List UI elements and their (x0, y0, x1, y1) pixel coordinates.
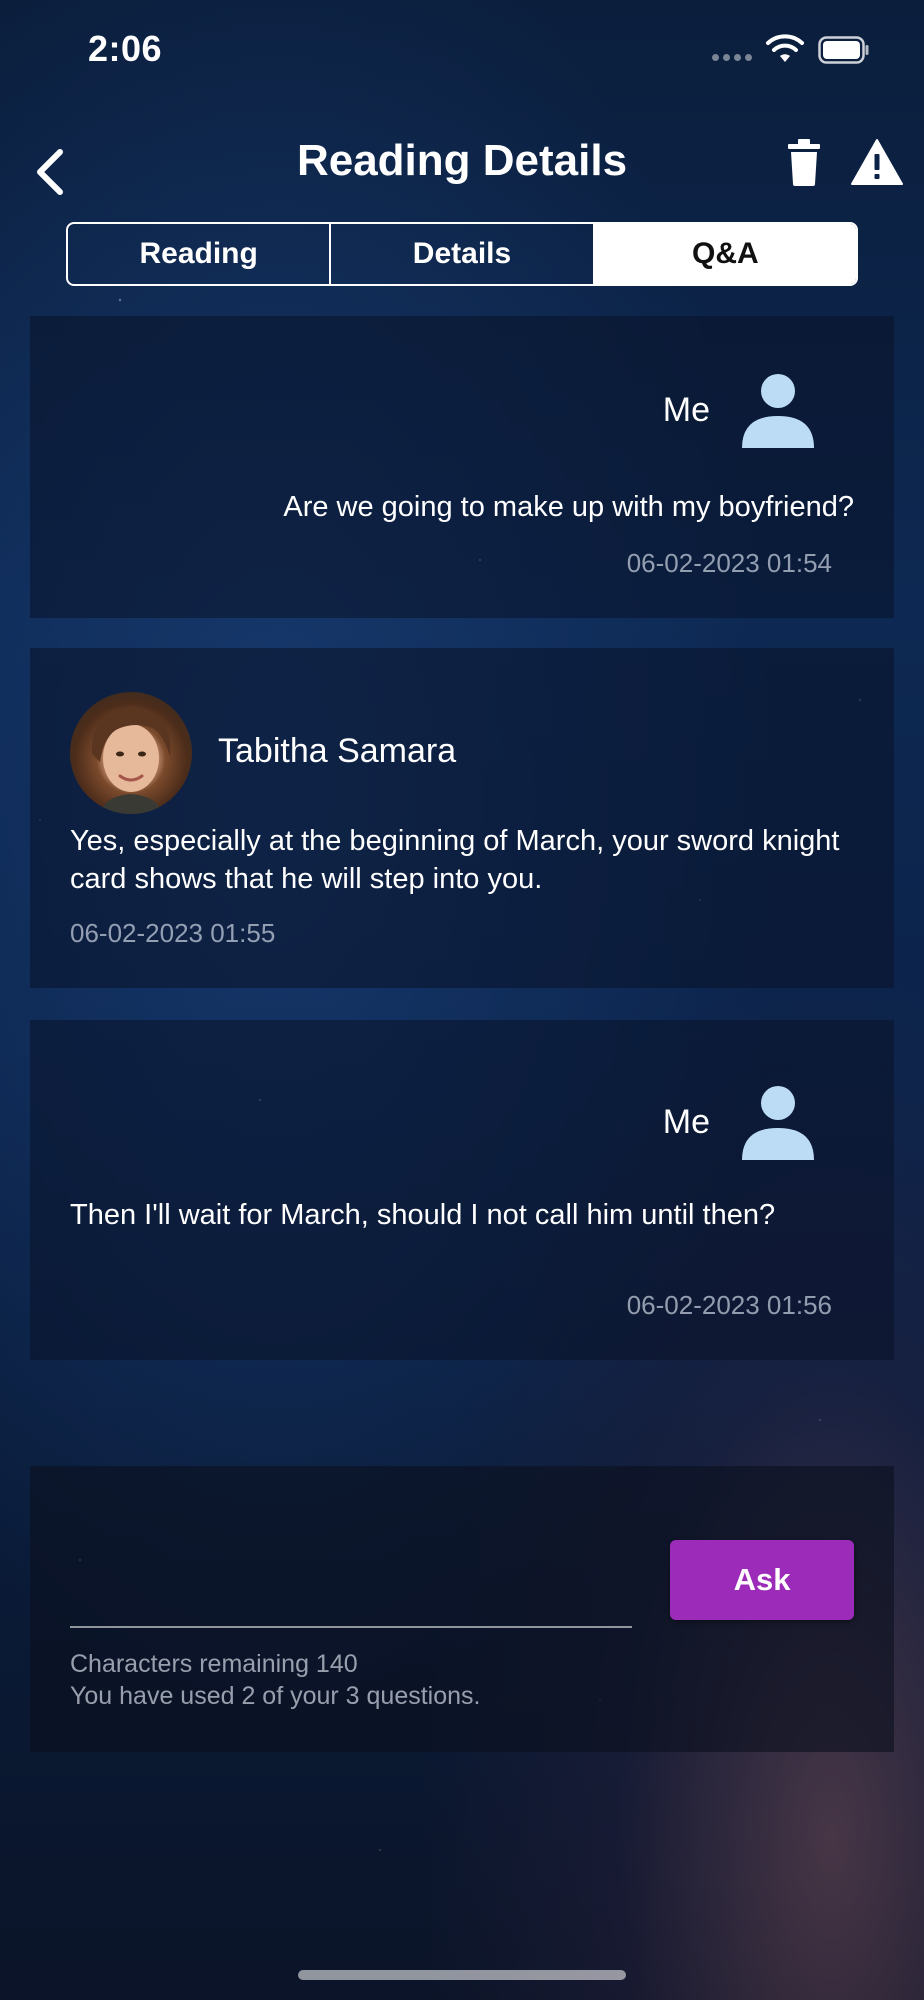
wifi-icon (766, 34, 804, 62)
battery-icon (818, 36, 869, 64)
characters-remaining: Characters remaining 140 (70, 1650, 358, 1678)
message-card: Me Then I'll wait for March, should I no… (30, 1020, 894, 1360)
message-text: Yes, especially at the beginning of Marc… (70, 825, 840, 895)
questions-used: You have used 2 of your 3 questions. (70, 1682, 481, 1710)
sender-row: Me (663, 1084, 816, 1160)
message-timestamp: 06-02-2023 01:54 (626, 548, 832, 578)
message-timestamp: 06-02-2023 01:56 (626, 1290, 832, 1320)
status-bar: 2:06 (0, 0, 924, 100)
message-text: Then I'll wait for March, should I not c… (70, 1199, 776, 1231)
sender-name: Me (662, 390, 710, 429)
report-button[interactable] (850, 136, 904, 188)
message-card: Me Are we going to make up with my boyfr… (30, 316, 894, 618)
ask-button[interactable]: Ask (670, 1540, 854, 1620)
message-timestamp: 06-02-2023 01:55 (70, 918, 276, 948)
delete-button[interactable] (784, 138, 824, 188)
cellular-signal-icon (712, 54, 752, 61)
sender-name: Me (662, 1102, 710, 1141)
avatar-portrait (91, 706, 171, 814)
question-input[interactable] (70, 1576, 632, 1628)
header: Reading Details (0, 130, 924, 210)
status-time: 2:06 (88, 28, 163, 69)
trash-icon (788, 139, 820, 186)
sender-row: Me (663, 372, 816, 448)
tab-qa[interactable]: Q&A (592, 224, 856, 284)
person-icon (742, 374, 814, 448)
tab-details[interactable]: Details (329, 224, 592, 284)
tab-reading[interactable]: Reading (68, 224, 329, 284)
tab-bar: Reading Details Q&A (66, 222, 858, 286)
sender-name: Tabitha Samara (218, 732, 457, 770)
warning-icon (851, 139, 903, 185)
person-icon (742, 1086, 814, 1160)
sender-row: Tabitha Samara (218, 732, 456, 771)
message-text: Are we going to make up with my boyfrien… (283, 491, 854, 523)
avatar (70, 692, 192, 814)
message-card: Tabitha Samara Yes, especially at the be… (30, 648, 894, 988)
home-indicator (298, 1970, 626, 1980)
ask-panel: Ask Characters remaining 140 You have us… (30, 1466, 894, 1752)
